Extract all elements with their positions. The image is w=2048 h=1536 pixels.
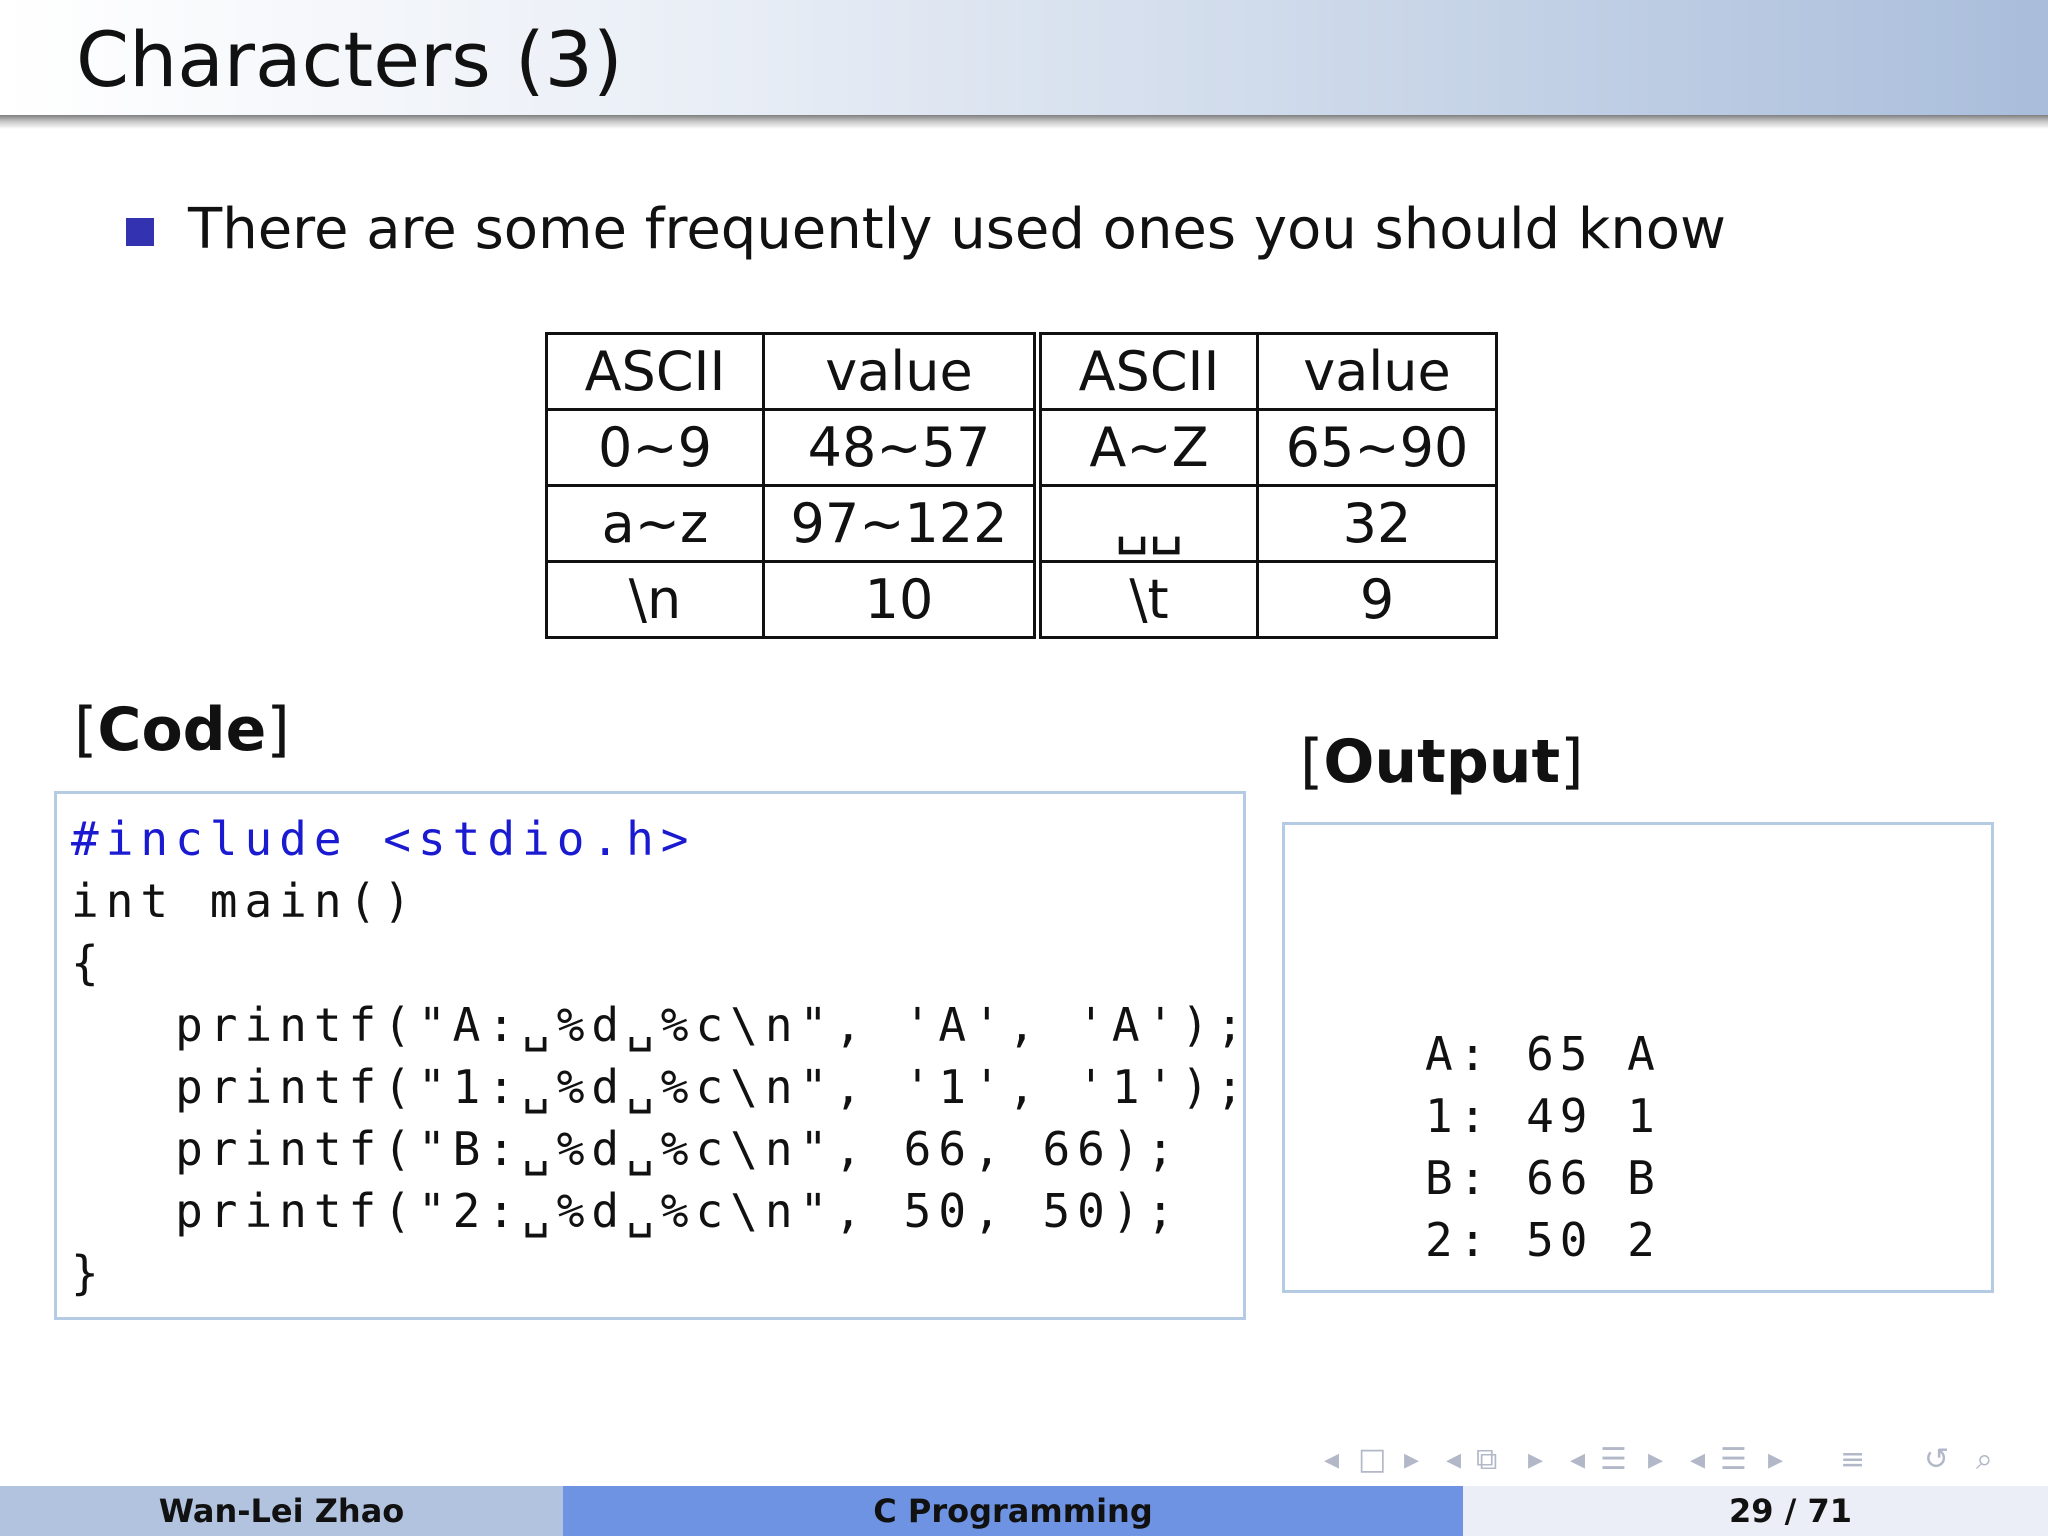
output-line: 2: 50 2 — [1425, 1213, 1661, 1267]
table-row: a∼z 97∼122 ␣␣ 32 — [545, 484, 1498, 563]
nav-next-subsection-icon[interactable]: ▸ — [1528, 1440, 1543, 1480]
table-cell: \n — [545, 560, 765, 639]
nav-next-section-icon[interactable]: ▸ — [1648, 1440, 1663, 1480]
footer-author: Wan-Lei Zhao — [0, 1486, 563, 1536]
table-cell: 10 — [762, 560, 1039, 639]
nav-loop-icon[interactable]: ↺ — [1924, 1440, 1949, 1480]
bullet-square-icon — [126, 218, 154, 246]
beamer-navigation: ◂ □ ▸ ◂ ⧉ ▸ ◂ ☰ ▸ ◂ ☰ ▸ ≡ ↺ ⌕ — [1320, 1440, 2030, 1480]
table-row: \n 10 \t 9 — [545, 560, 1498, 639]
title-bar-shadow — [0, 115, 2048, 129]
code-line: printf("B:␣%d␣%c\n", 66, 66); — [71, 1122, 1182, 1176]
code-line: #include <stdio.h> — [71, 812, 696, 866]
output-line: A: 65 A — [1425, 1027, 1661, 1081]
code-line: printf("1:␣%d␣%c\n", '1', '1'); — [71, 1060, 1251, 1114]
table-header-cell: value — [762, 332, 1039, 411]
code-section-label: [Code] — [74, 695, 290, 765]
table-cell: ␣␣ — [1033, 484, 1259, 563]
output-box: A: 65 A 1: 49 1 B: 66 B 2: 50 2 — [1282, 822, 1994, 1293]
nav-next-frame-icon[interactable]: ▸ — [1404, 1440, 1419, 1480]
nav-frame-icon[interactable]: □ — [1358, 1440, 1386, 1480]
output-label-text: Output — [1323, 727, 1561, 797]
output-section-label: [Output] — [1300, 727, 1584, 797]
table-cell: 97∼122 — [762, 484, 1039, 563]
nav-prev-part-icon[interactable]: ◂ — [1690, 1440, 1705, 1480]
slide-title: Characters (3) — [76, 15, 623, 104]
footer-course: C Programming — [563, 1486, 1463, 1536]
nav-next-part-icon[interactable]: ▸ — [1768, 1440, 1783, 1480]
table-header-cell: value — [1256, 332, 1498, 411]
table-cell: 65∼90 — [1256, 408, 1498, 487]
nav-prev-frame-icon[interactable]: ◂ — [1324, 1440, 1339, 1480]
code-line: int main() — [71, 874, 418, 928]
code-line: printf("2:␣%d␣%c\n", 50, 50); — [71, 1184, 1182, 1238]
nav-part-icon[interactable]: ☰ — [1720, 1440, 1747, 1480]
table-cell: \t — [1033, 560, 1259, 639]
table-cell: A∼Z — [1033, 408, 1259, 487]
nav-prev-subsection-icon[interactable]: ◂ — [1446, 1440, 1461, 1480]
table-cell: 0∼9 — [545, 408, 765, 487]
table-row: 0∼9 48∼57 A∼Z 65∼90 — [545, 408, 1498, 487]
table-cell: 48∼57 — [762, 408, 1039, 487]
code-line: printf("A:␣%d␣%c\n", 'A', 'A'); — [71, 998, 1251, 1052]
nav-section-icon[interactable]: ☰ — [1600, 1440, 1627, 1480]
nav-subsection-icon[interactable]: ⧉ — [1476, 1440, 1497, 1480]
table-cell: a∼z — [545, 484, 765, 563]
output-line: B: 66 B — [1425, 1151, 1661, 1205]
table-cell: 32 — [1256, 484, 1498, 563]
ascii-table: ASCII value ASCII value 0∼9 48∼57 A∼Z 65… — [545, 332, 1498, 639]
table-header-cell: ASCII — [545, 332, 765, 411]
code-line: { — [71, 936, 106, 990]
code-line: } — [71, 1246, 106, 1300]
code-box: #include <stdio.h> int main() { printf("… — [54, 791, 1246, 1320]
footer-page-number: 29 / 71 — [1728, 1492, 1852, 1530]
code-label-text: Code — [97, 695, 267, 765]
nav-prev-section-icon[interactable]: ◂ — [1570, 1440, 1585, 1480]
table-header-cell: ASCII — [1033, 332, 1259, 411]
table-cell: 9 — [1256, 560, 1498, 639]
bullet-text: There are some frequently used ones you … — [188, 197, 1726, 262]
nav-search-icon[interactable]: ⌕ — [1976, 1440, 1993, 1480]
nav-align-icon[interactable]: ≡ — [1840, 1440, 1865, 1480]
footer-bar: Wan-Lei Zhao C Programming 29 / 71 — [0, 1486, 2048, 1536]
output-line: 1: 49 1 — [1425, 1089, 1661, 1143]
table-header-row: ASCII value ASCII value — [545, 332, 1498, 411]
footer-page-box: 29 / 71 — [1463, 1486, 2048, 1536]
